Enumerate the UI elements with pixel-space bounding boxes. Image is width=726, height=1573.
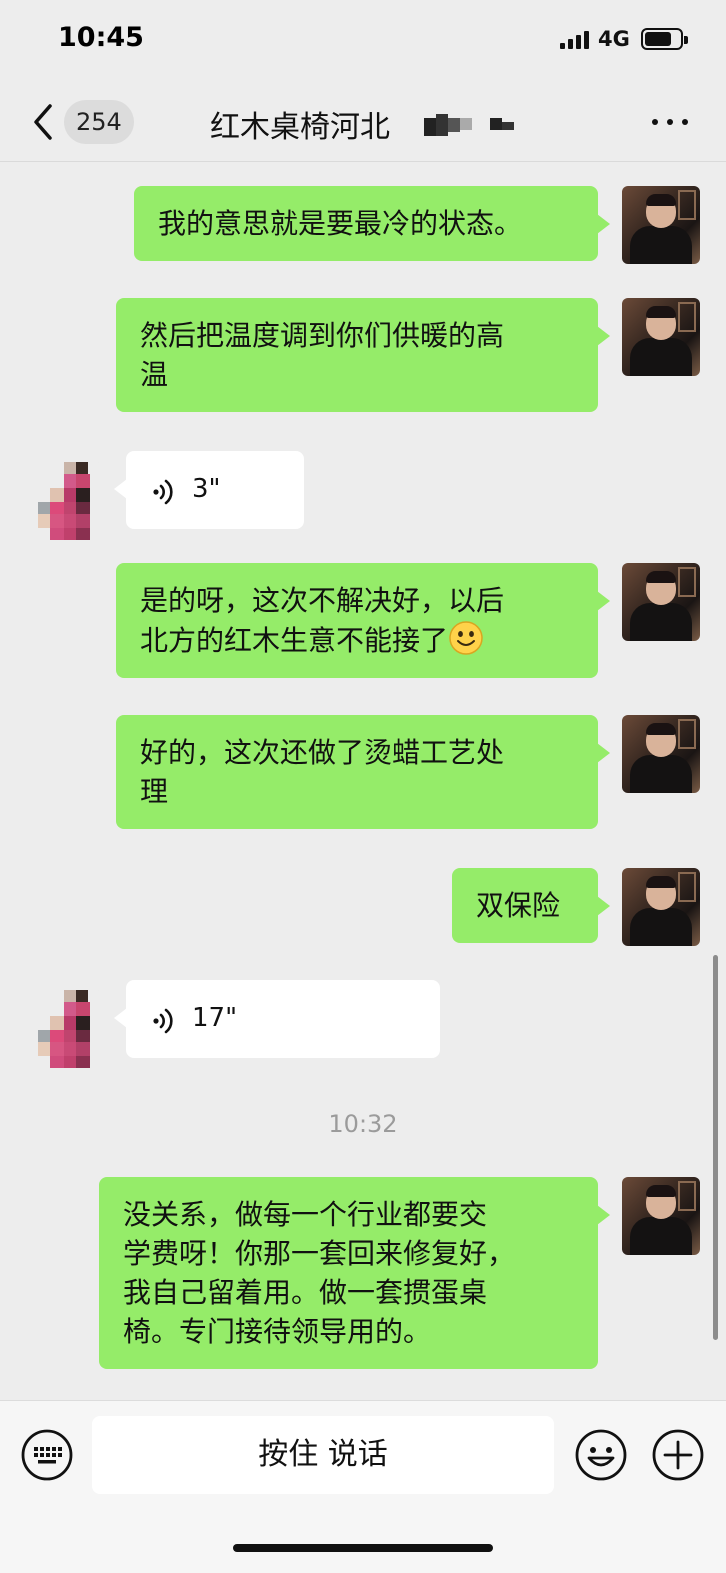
message-text: 北方的红木生意不能接了 (140, 624, 449, 657)
smile-icon[interactable] (574, 1428, 628, 1482)
message-text: 温 (140, 358, 169, 391)
status-time: 10:45 (58, 22, 144, 53)
message-text: 学费呀！你那一套回来修复好， (123, 1237, 516, 1270)
message-text: 我的意思就是要最冷的状态。 (158, 207, 523, 240)
message-bubble[interactable]: 我的意思就是要最冷的状态。 (134, 186, 610, 261)
message-bubble[interactable]: 没关系，做每一个行业都要交 学费呀！你那一套回来修复好， 我自己留着用。做一套掼… (99, 1177, 610, 1369)
scrollbar[interactable] (713, 955, 718, 1340)
avatar[interactable] (26, 462, 104, 540)
network-label: 4G (598, 27, 630, 51)
voice-wave-icon (153, 479, 173, 505)
avatar[interactable] (622, 298, 700, 376)
voice-duration: 17" (192, 1003, 238, 1033)
input-bar: 按住 说话 (0, 1400, 726, 1573)
voice-wave-icon (153, 1008, 173, 1034)
unread-count-badge[interactable]: 254 (64, 100, 134, 144)
message-text: 理 (140, 775, 169, 808)
hold-to-talk-button[interactable]: 按住 说话 (92, 1416, 554, 1494)
chevron-left-icon[interactable] (28, 102, 60, 142)
message-text: 椅。专门接待领导用的。 (123, 1315, 432, 1348)
message-text: 没关系，做每一个行业都要交 (123, 1198, 488, 1231)
signal-icon (560, 29, 590, 49)
avatar[interactable] (622, 186, 700, 264)
chat-header: 254 红木桌椅河北 (0, 82, 726, 162)
message-bubble[interactable]: 双保险 (452, 868, 610, 943)
battery-icon (641, 28, 688, 50)
message-bubble[interactable]: 然后把温度调到你们供暖的高 温 (116, 298, 610, 412)
smile-emoji-icon (449, 621, 483, 655)
voice-message-bubble[interactable]: 3" (114, 451, 304, 529)
message-text: 然后把温度调到你们供暖的高 (140, 319, 505, 352)
message-text: 我自己留着用。做一套掼蛋桌 (123, 1276, 488, 1309)
home-indicator (233, 1544, 493, 1552)
chat-title: 红木桌椅河北 (210, 110, 390, 145)
avatar[interactable] (622, 715, 700, 793)
avatar[interactable] (26, 990, 104, 1068)
message-text: 好的，这次还做了烫蜡工艺处 (140, 736, 505, 769)
plus-circle-icon[interactable] (651, 1428, 705, 1482)
status-bar: 10:45 4G (0, 0, 726, 80)
voice-message-bubble[interactable]: 17" (114, 980, 440, 1058)
message-text: 是的呀，这次不解决好，以后 (140, 584, 505, 617)
message-bubble[interactable]: 是的呀，这次不解决好，以后 北方的红木生意不能接了 (116, 563, 610, 678)
avatar[interactable] (622, 1177, 700, 1255)
message-text: 双保险 (476, 889, 561, 922)
message-bubble[interactable]: 好的，这次还做了烫蜡工艺处 理 (116, 715, 610, 829)
avatar[interactable] (622, 868, 700, 946)
ellipsis-icon[interactable] (650, 114, 690, 130)
voice-duration: 3" (192, 474, 221, 504)
message-list[interactable]: 我的意思就是要最冷的状态。 然后把温度调到你们供暖的高 温 3" 是的呀，这次不… (0, 163, 726, 1400)
avatar[interactable] (622, 563, 700, 641)
keyboard-icon[interactable] (20, 1428, 74, 1482)
message-timestamp: 10:32 (328, 1110, 398, 1138)
